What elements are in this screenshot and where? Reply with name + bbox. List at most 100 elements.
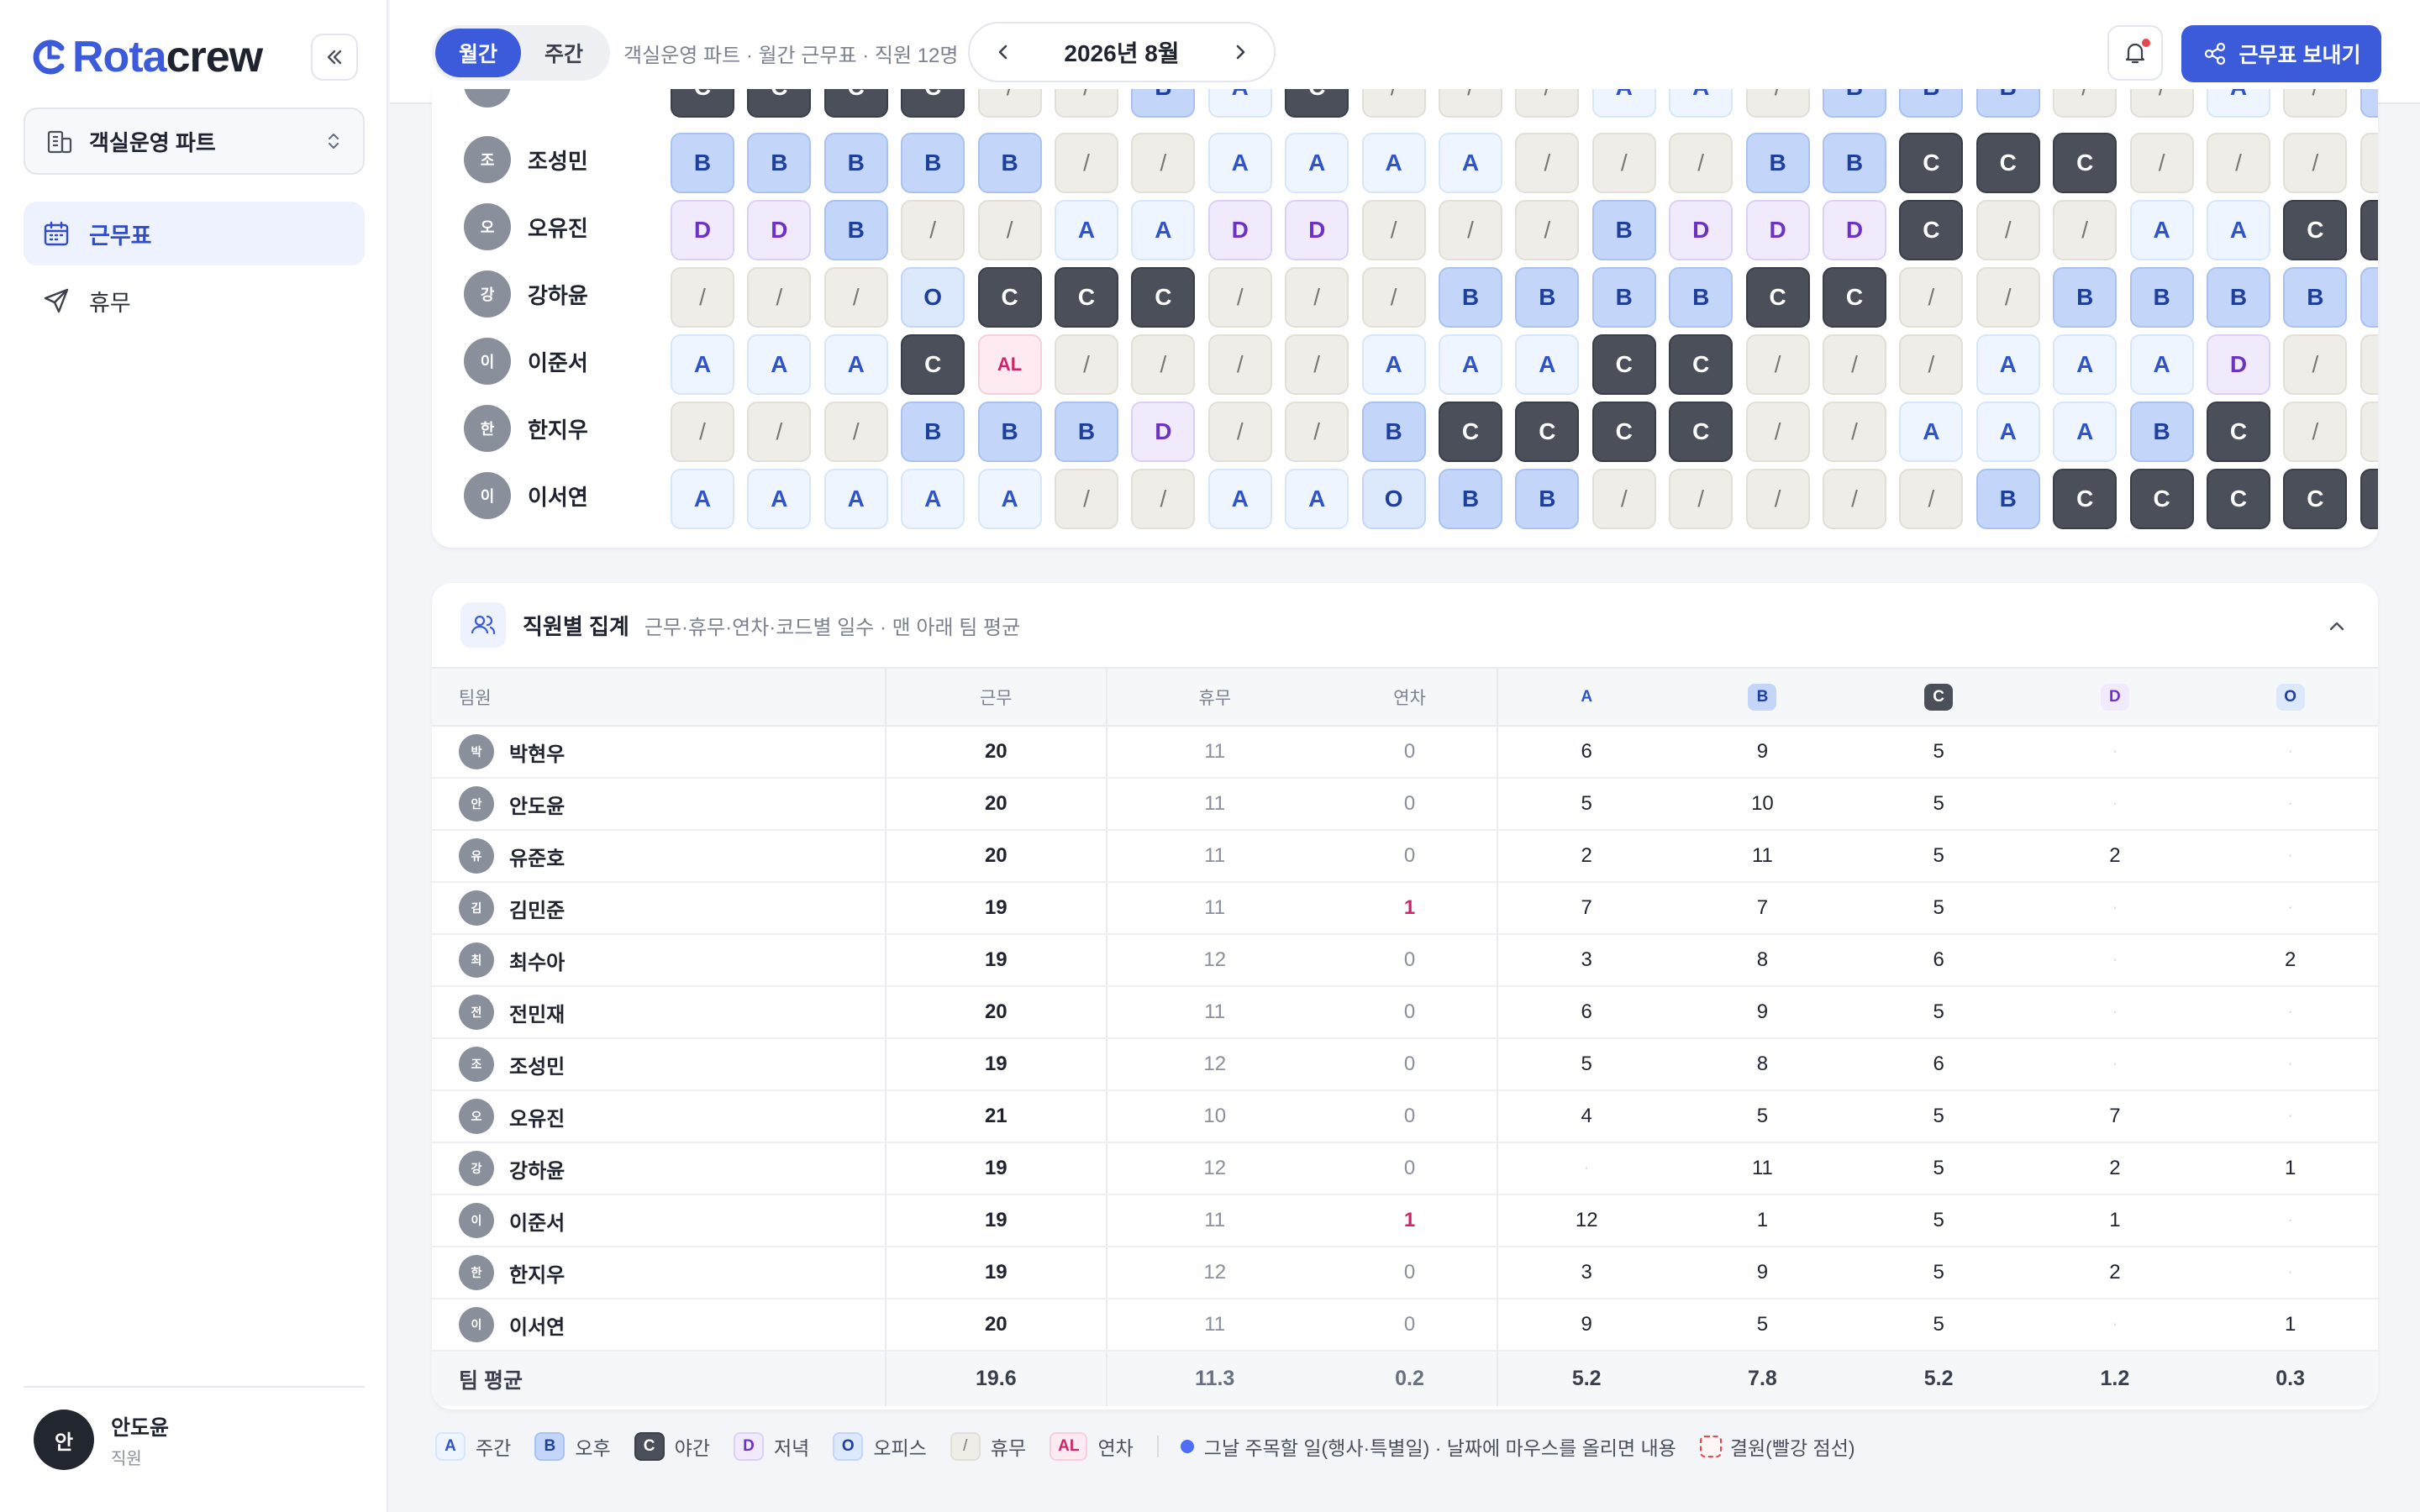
- shift-cell[interactable]: C: [1591, 334, 1656, 395]
- shift-cell[interactable]: A: [1669, 89, 1733, 118]
- table-row[interactable]: 조 조성민 19 12 0 5 8 6 · ·: [432, 1038, 2378, 1091]
- shift-cell[interactable]: /: [1055, 89, 1118, 118]
- shift-cell[interactable]: /: [977, 200, 1042, 260]
- shift-cell[interactable]: C: [901, 334, 965, 395]
- shift-cell[interactable]: B: [977, 402, 1042, 462]
- shift-cell[interactable]: /: [1285, 267, 1349, 328]
- shift-cell[interactable]: B: [823, 133, 888, 193]
- shift-cell[interactable]: O: [1361, 469, 1426, 529]
- shift-cell[interactable]: B: [2053, 267, 2118, 328]
- shift-cell[interactable]: /: [671, 267, 734, 328]
- table-row[interactable]: 한 한지우 19 12 0 3 9 5 2 ·: [432, 1247, 2378, 1299]
- prev-month-button[interactable]: [992, 40, 1015, 64]
- shift-cell[interactable]: B: [1975, 469, 2040, 529]
- collapse-sidebar-button[interactable]: [311, 34, 358, 81]
- shift-cell[interactable]: C: [2207, 402, 2270, 462]
- shift-cell[interactable]: C: [747, 89, 812, 118]
- shift-cell[interactable]: A: [1515, 334, 1580, 395]
- shift-cell[interactable]: /: [1131, 133, 1196, 193]
- shift-cell[interactable]: B: [671, 133, 734, 193]
- shift-cell[interactable]: /: [2360, 334, 2378, 395]
- shift-cell[interactable]: A: [671, 334, 734, 395]
- shift-cell[interactable]: D: [1131, 402, 1196, 462]
- shift-cell[interactable]: B: [977, 133, 1042, 193]
- shift-cell[interactable]: /: [1823, 334, 1886, 395]
- shift-cell[interactable]: A: [2129, 200, 2194, 260]
- employee[interactable]: 이 이준서: [464, 328, 588, 395]
- shift-cell[interactable]: /: [1745, 402, 1810, 462]
- shift-cell[interactable]: D: [671, 200, 734, 260]
- shift-cell[interactable]: /: [747, 267, 812, 328]
- shift-cell[interactable]: /: [1055, 334, 1118, 395]
- shift-cell[interactable]: /: [1207, 334, 1272, 395]
- sidebar-item-schedule[interactable]: 근무표: [24, 202, 365, 265]
- sidebar-item-dayoff[interactable]: 휴무: [24, 269, 365, 333]
- shift-cell[interactable]: /: [1975, 267, 2040, 328]
- shift-cell[interactable]: C: [671, 89, 734, 118]
- shift-cell[interactable]: /: [1591, 469, 1656, 529]
- shift-cell[interactable]: C: [823, 89, 888, 118]
- table-row[interactable]: 이 이준서 19 11 1 12 1 5 1 ·: [432, 1194, 2378, 1247]
- app-logo[interactable]: Rotacrew: [30, 32, 263, 82]
- shift-cell[interactable]: /: [1975, 200, 2040, 260]
- shift-cell[interactable]: /: [671, 402, 734, 462]
- shift-cell[interactable]: A: [2207, 200, 2270, 260]
- shift-cell[interactable]: /: [1591, 133, 1656, 193]
- shift-cell[interactable]: A: [1591, 89, 1656, 118]
- shift-cell[interactable]: C: [1899, 133, 1964, 193]
- shift-cell[interactable]: C: [1055, 267, 1118, 328]
- shift-cell[interactable]: C: [2283, 469, 2348, 529]
- shift-cell[interactable]: D: [1285, 200, 1349, 260]
- employee[interactable]: 한 한지우: [464, 395, 588, 462]
- shift-cell[interactable]: /: [2283, 89, 2348, 118]
- shift-cell[interactable]: /: [1515, 133, 1580, 193]
- shift-cell[interactable]: /: [823, 267, 888, 328]
- shift-cell[interactable]: C: [2207, 469, 2270, 529]
- shift-cell[interactable]: /: [1131, 334, 1196, 395]
- shift-cell[interactable]: B: [1669, 267, 1733, 328]
- employee[interactable]: 조 조성민: [464, 126, 588, 193]
- shift-cell[interactable]: /: [1745, 469, 1810, 529]
- shift-cell[interactable]: B: [1515, 267, 1580, 328]
- shift-cell[interactable]: A: [1439, 133, 1502, 193]
- shift-cell[interactable]: /: [2283, 402, 2348, 462]
- shift-cell[interactable]: C: [2360, 200, 2378, 260]
- shift-cell[interactable]: /: [2360, 402, 2378, 462]
- shift-cell[interactable]: A: [823, 334, 888, 395]
- user-profile[interactable]: 안 안도윤 직원: [24, 1386, 365, 1470]
- shift-cell[interactable]: D: [747, 200, 812, 260]
- shift-cell[interactable]: C: [2053, 469, 2118, 529]
- shift-cell[interactable]: /: [1515, 89, 1580, 118]
- shift-cell[interactable]: B: [1745, 133, 1810, 193]
- tab-monthly[interactable]: 월간: [435, 29, 522, 77]
- table-row[interactable]: 최 최수아 19 12 0 3 8 6 · 2: [432, 934, 2378, 987]
- shift-cell[interactable]: A: [2207, 89, 2270, 118]
- shift-cell[interactable]: A: [1361, 334, 1426, 395]
- shift-cell[interactable]: A: [2053, 334, 2118, 395]
- employee[interactable]: 강 강하윤: [464, 260, 588, 328]
- shift-cell[interactable]: B: [1975, 89, 2040, 118]
- team-selector[interactable]: 객실운영 파트: [24, 108, 365, 175]
- shift-cell[interactable]: A: [1207, 469, 1272, 529]
- employee[interactable]: 이 이서연: [464, 462, 588, 529]
- shift-cell[interactable]: A: [1285, 469, 1349, 529]
- table-row[interactable]: 유 유준호 20 11 0 2 11 5 2 ·: [432, 830, 2378, 883]
- shift-cell[interactable]: /: [1823, 402, 1886, 462]
- shift-cell[interactable]: B: [1823, 133, 1886, 193]
- shift-cell[interactable]: /: [747, 402, 812, 462]
- shift-cell[interactable]: B: [1361, 402, 1426, 462]
- shift-cell[interactable]: /: [1899, 469, 1964, 529]
- table-row[interactable]: 안 안도윤 20 11 0 5 10 5 · ·: [432, 778, 2378, 831]
- shift-cell[interactable]: /: [2207, 133, 2270, 193]
- shift-cell[interactable]: C: [901, 89, 965, 118]
- shift-cell[interactable]: A: [2129, 334, 2194, 395]
- shift-cell[interactable]: A: [1899, 402, 1964, 462]
- shift-cell[interactable]: A: [747, 469, 812, 529]
- shift-cell[interactable]: A: [2053, 402, 2118, 462]
- table-row[interactable]: 오 오유진 21 10 0 4 5 5 7 ·: [432, 1090, 2378, 1143]
- shift-cell[interactable]: D: [1207, 200, 1272, 260]
- table-row[interactable]: 강 강하윤 19 12 0 · 11 5 2 1: [432, 1142, 2378, 1195]
- table-row[interactable]: 이 이서연 20 11 0 9 5 5 · 1: [432, 1299, 2378, 1352]
- shift-cell[interactable]: C: [1669, 334, 1733, 395]
- shift-cell[interactable]: B: [1899, 89, 1964, 118]
